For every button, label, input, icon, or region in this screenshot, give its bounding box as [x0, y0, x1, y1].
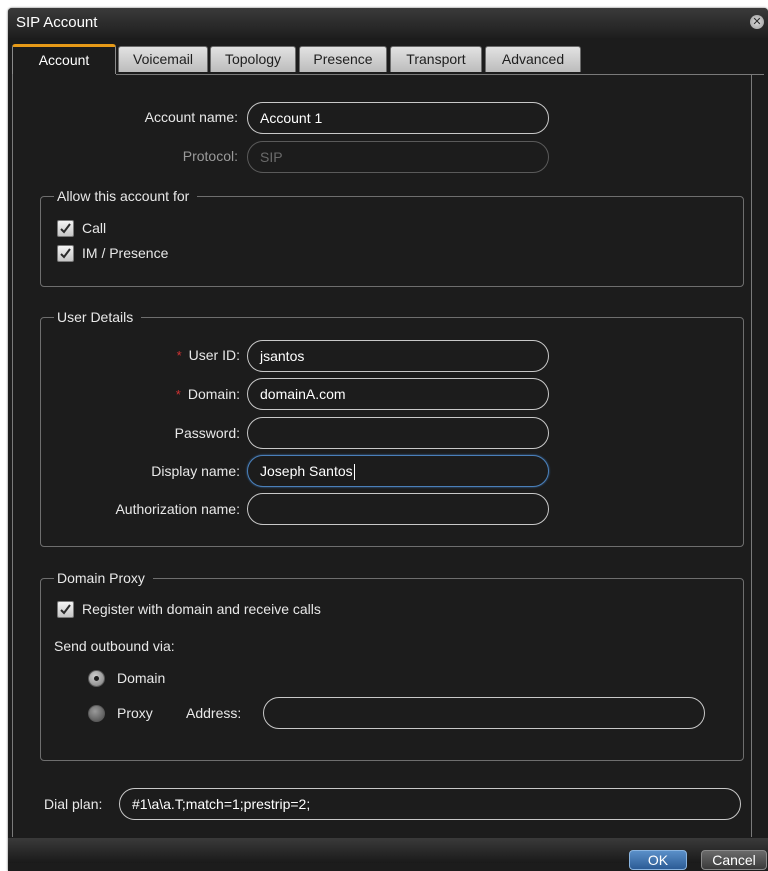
domain-proxy-legend: Domain Proxy [54, 570, 153, 586]
call-checkbox[interactable] [57, 220, 74, 237]
display-name-label: Display name: [151, 463, 240, 479]
authorization-name-label: Authorization name: [115, 501, 240, 517]
register-domain-checkbox[interactable] [57, 601, 74, 618]
address-label: Address: [186, 705, 242, 721]
tab-transport[interactable]: Transport [390, 46, 482, 72]
allow-account-legend: Allow this account for [54, 188, 198, 204]
tab-account[interactable]: Account [12, 44, 116, 74]
domain-radio[interactable] [88, 670, 105, 687]
domain-label: * Domain: [175, 386, 240, 402]
checkmark-icon [60, 604, 71, 615]
dial-plan-input[interactable]: #1\a\a.T;match=1;prestrip=2; [119, 788, 741, 820]
radio-selected-dot [94, 676, 99, 681]
required-marker: * [175, 387, 181, 402]
call-label: Call [82, 220, 107, 236]
send-outbound-label: Send outbound via: [54, 638, 175, 654]
user-id-input[interactable]: jsantos [247, 340, 549, 372]
text-caret [353, 464, 355, 481]
protocol-label: Protocol: [182, 148, 238, 164]
checkmark-icon [60, 223, 71, 234]
password-label: Password: [174, 425, 240, 441]
window-title: SIP Account [16, 14, 98, 31]
domain-input[interactable]: domainA.com [247, 378, 549, 410]
ok-button[interactable]: OK [629, 850, 687, 870]
proxy-radio[interactable] [88, 705, 105, 722]
close-icon[interactable]: ✕ [750, 15, 764, 29]
required-marker: * [176, 348, 182, 363]
tab-presence[interactable]: Presence [299, 46, 387, 72]
password-input[interactable] [247, 417, 549, 449]
address-input[interactable] [263, 697, 705, 729]
title-bar[interactable]: SIP Account ✕ [8, 8, 768, 38]
tab-voicemail[interactable]: Voicemail [118, 46, 208, 72]
tab-advanced[interactable]: Advanced [485, 46, 581, 72]
tab-topology[interactable]: Topology [210, 46, 296, 72]
dial-plan-label: Dial plan: [44, 796, 103, 812]
checkmark-icon [60, 248, 71, 259]
user-details-legend: User Details [54, 309, 142, 325]
account-name-input[interactable]: Account 1 [247, 102, 549, 134]
im-presence-checkbox[interactable] [57, 245, 74, 262]
cancel-button[interactable]: Cancel [701, 850, 767, 870]
im-presence-label: IM / Presence [82, 245, 169, 261]
allow-account-group [40, 196, 744, 287]
user-id-label: * User ID: [176, 347, 240, 363]
proxy-radio-label: Proxy [117, 705, 153, 721]
protocol-input: SIP [247, 141, 549, 173]
account-name-label: Account name: [144, 109, 238, 125]
authorization-name-input[interactable] [247, 493, 549, 525]
display-name-input[interactable]: Joseph Santos [247, 455, 549, 487]
domain-radio-label: Domain [117, 670, 166, 686]
register-domain-label: Register with domain and receive calls [82, 601, 321, 617]
